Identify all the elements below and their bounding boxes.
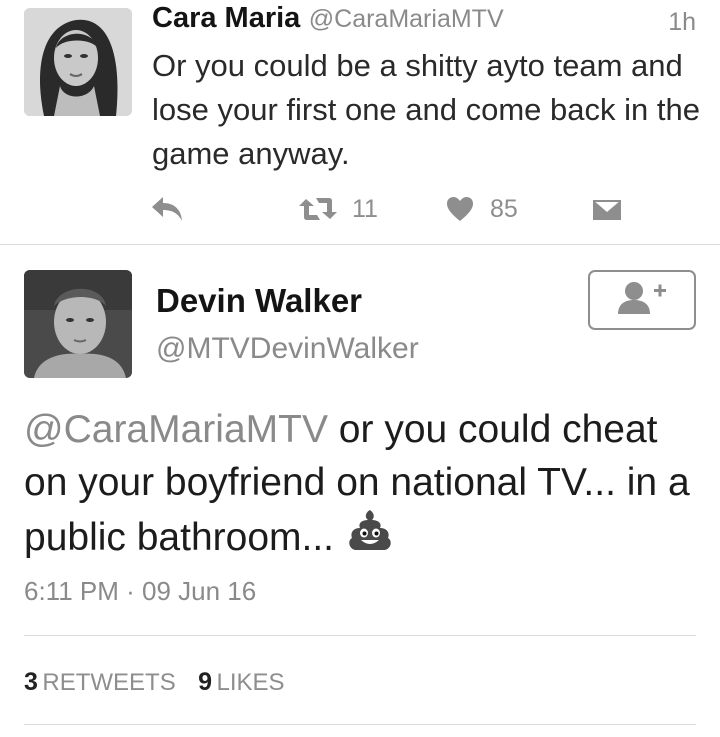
reply-button[interactable]: [150, 192, 184, 226]
direct-message-button[interactable]: [592, 194, 622, 226]
tweet-text: @CaraMariaMTV or you could cheat on your…: [24, 403, 714, 565]
stats-divider-bottom: [24, 724, 696, 725]
add-user-icon: [616, 280, 668, 321]
mention-link[interactable]: @CaraMariaMTV: [24, 408, 328, 451]
reply-icon: [150, 195, 184, 223]
likes-count: 9: [198, 668, 213, 696]
author-handle[interactable]: @CaraMariaMTV: [309, 5, 504, 33]
retweets-stat[interactable]: 3 RETWEETS: [24, 668, 180, 696]
likes-label: LIKES: [216, 669, 285, 696]
retweets-count: 3: [24, 668, 38, 696]
retweet-count: 11: [352, 194, 378, 223]
tweet-timestamp: 6:11 PM · 09 Jun 16: [24, 576, 257, 606]
retweets-label: RETWEETS: [42, 669, 176, 696]
avatar-cara-maria[interactable]: [24, 8, 132, 116]
pile-of-poo-icon: [348, 509, 392, 565]
retweet-icon: [298, 195, 338, 223]
author-name[interactable]: Cara Maria: [152, 2, 300, 34]
author-handle[interactable]: @MTVDevinWalker: [156, 332, 419, 366]
like-count: 85: [490, 194, 518, 223]
like-button[interactable]: 85: [446, 192, 518, 226]
envelope-icon: [592, 197, 622, 223]
retweet-button[interactable]: 11: [298, 192, 378, 226]
heart-icon: [446, 196, 474, 222]
tweet-text: Or you could be a shitty ayto team and l…: [152, 48, 700, 171]
author-name[interactable]: Devin Walker: [156, 282, 362, 320]
tweet1-header: Cara Maria @CaraMariaMTV: [152, 2, 697, 42]
tweet-text-line: public bathroom...: [24, 509, 714, 565]
tweet-stats: 3 RETWEETS 9 LIKES: [24, 668, 285, 697]
follow-button[interactable]: [588, 270, 696, 330]
avatar-devin-walker[interactable]: [24, 270, 132, 378]
likes-stat[interactable]: 9 LIKES: [198, 668, 284, 696]
tweet-text-line: on your boyfriend on national TV... in a: [24, 461, 690, 504]
tweet-text-line: @CaraMariaMTV or you could cheat: [24, 403, 714, 456]
tweet-time: 1h: [668, 8, 696, 36]
stats-divider-top: [24, 635, 696, 636]
tweet-text-segment: public bathroom...: [24, 515, 335, 559]
tweet-text-segment: or you could cheat: [327, 408, 658, 451]
tweet-divider: [0, 244, 720, 245]
